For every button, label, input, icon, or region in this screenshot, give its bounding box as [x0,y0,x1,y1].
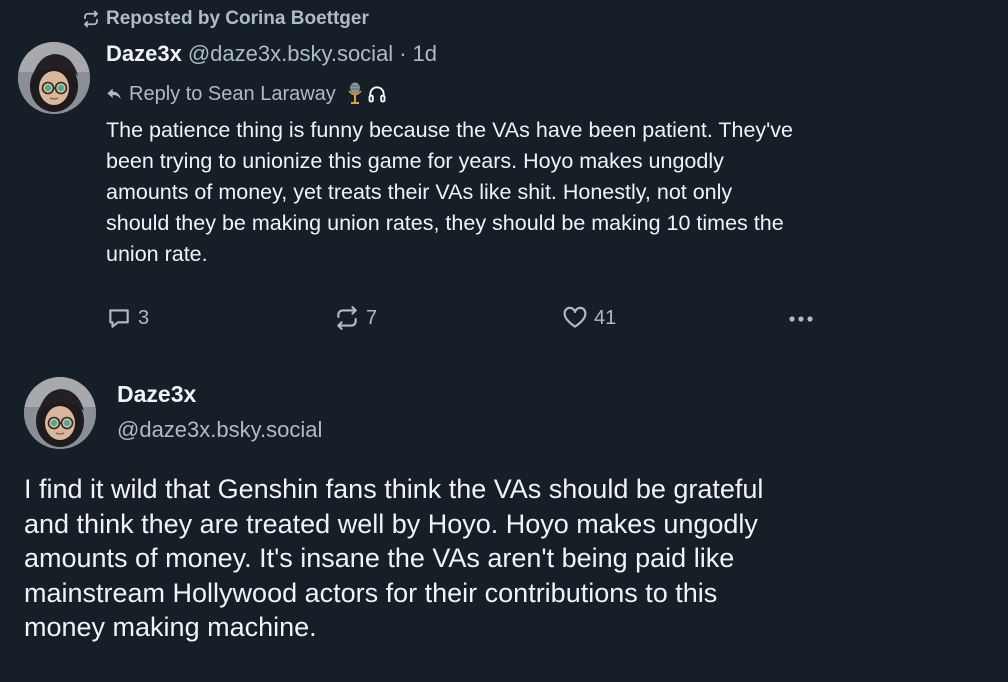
repost-icon [84,10,98,28]
post-text-line: union rate. [106,242,208,266]
reposted-post[interactable]: Reposted by Corina Boettger Daze3x @daze… [0,0,1008,355]
post-author: Daze3x @daze3x.bsky.social · 1d [106,41,437,67]
repost-indicator[interactable]: Reposted by Corina Boettger [82,8,369,30]
reply-label: Reply to Sean Laraway [129,82,336,105]
post-text: The patience thing is funny because the … [106,115,1006,270]
repost-count: 7 [366,306,378,329]
post-text-line: mainstream Hollywood actors for their co… [24,577,718,608]
repost-label: Reposted by Corina Boettger [106,8,369,29]
post-text-line: money making machine. [24,612,317,642]
reply-arrow-icon [107,88,121,100]
avatar[interactable] [24,377,96,449]
post-timestamp[interactable]: 1d [413,41,437,67]
post-text-line: been trying to unionize this game for ye… [106,149,724,173]
repost-button[interactable]: 7 [334,305,377,331]
reply-count: 3 [138,306,150,329]
headphones-icon [368,86,386,103]
more-options-button[interactable] [786,307,816,331]
post-text-line: should they be making union rates, they … [106,211,784,235]
author-handle[interactable]: @daze3x.bsky.social [188,41,393,67]
like-button[interactable]: 41 [562,305,616,331]
post-actions: 3 7 41 [106,305,826,335]
avatar[interactable] [18,42,90,114]
like-count: 41 [594,306,617,329]
post-text: I find it wild that Genshin fans think t… [24,472,1004,645]
separator: · [399,41,407,66]
reply-button[interactable]: 3 [106,305,149,331]
author-display-name[interactable]: Daze3x [117,381,196,408]
post-text-line: amounts of money. It's insane the VAs ar… [24,543,735,573]
main-post: Daze3x @daze3x.bsky.social I find it wil… [0,355,1008,682]
repost-icon [337,306,357,330]
author-handle[interactable]: @daze3x.bsky.social [117,417,322,443]
post-text-line: I find it wild that Genshin fans think t… [24,474,764,504]
author-display-name[interactable]: Daze3x [106,41,182,67]
post-text-line: and think they are treated well by Hoyo.… [24,508,758,539]
heart-icon [563,306,587,328]
microphone-icon [348,82,362,104]
post-text-line: The patience thing is funny because the … [106,118,793,142]
post-text-line: amounts of money, yet treats their VAs l… [106,180,733,204]
reply-icon [109,309,129,328]
reply-context[interactable]: Reply to Sean Laraway [106,82,387,106]
more-icon [789,316,813,322]
